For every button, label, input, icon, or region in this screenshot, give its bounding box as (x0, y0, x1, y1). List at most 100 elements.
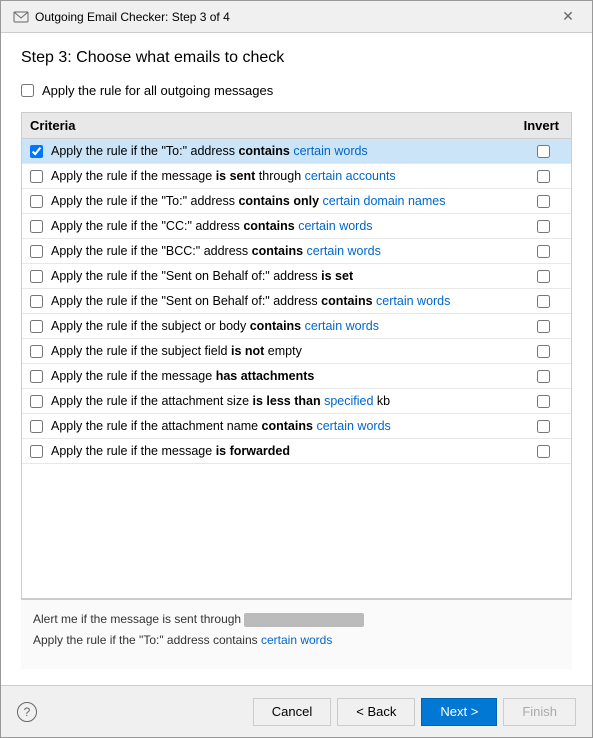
criteria-right-4 (523, 245, 563, 258)
criteria-right-10 (523, 395, 563, 408)
criteria-checkbox-2[interactable] (30, 195, 43, 208)
summary-blurred (244, 613, 364, 627)
criteria-text-0: Apply the rule if the "To:" address cont… (51, 144, 368, 158)
criteria-section: Criteria Invert Apply the rule if the "T… (21, 112, 572, 599)
table-row[interactable]: Apply the rule if the "To:" address cont… (22, 139, 571, 164)
title-bar-left: Outgoing Email Checker: Step 3 of 4 (13, 9, 230, 25)
criteria-left: Apply the rule if the subject or body co… (30, 319, 523, 333)
table-row[interactable]: Apply the rule if the "CC:" address cont… (22, 214, 571, 239)
table-row[interactable]: Apply the rule if the "Sent on Behalf of… (22, 289, 571, 314)
footer-buttons: Cancel < Back Next > Finish (253, 698, 576, 726)
footer-left: ? (17, 702, 37, 722)
apply-all-label: Apply the rule for all outgoing messages (42, 83, 273, 98)
table-row[interactable]: Apply the rule if the attachment name co… (22, 414, 571, 439)
invert-checkbox-0[interactable] (537, 145, 550, 158)
invert-checkbox-6[interactable] (537, 295, 550, 308)
criteria-right-8 (523, 345, 563, 358)
invert-checkbox-8[interactable] (537, 345, 550, 358)
cancel-button[interactable]: Cancel (253, 698, 331, 726)
criteria-right-5 (523, 270, 563, 283)
table-row[interactable]: Apply the rule if the subject field is n… (22, 339, 571, 364)
summary-line2-link[interactable]: certain words (261, 633, 332, 647)
criteria-checkbox-9[interactable] (30, 370, 43, 383)
criteria-left: Apply the rule if the message is sent th… (30, 169, 523, 183)
criteria-left: Apply the rule if the subject field is n… (30, 344, 523, 358)
criteria-left: Apply the rule if the message is forward… (30, 444, 523, 458)
table-row[interactable]: Apply the rule if the "BCC:" address con… (22, 239, 571, 264)
criteria-right-9 (523, 370, 563, 383)
criteria-checkbox-5[interactable] (30, 270, 43, 283)
criteria-right-11 (523, 420, 563, 433)
criteria-right-0 (523, 145, 563, 158)
criteria-checkbox-11[interactable] (30, 420, 43, 433)
criteria-right-12 (523, 445, 563, 458)
table-row[interactable]: Apply the rule if the message is forward… (22, 439, 571, 464)
invert-checkbox-5[interactable] (537, 270, 550, 283)
help-button[interactable]: ? (17, 702, 37, 722)
summary-line1-prefix: Alert me if the message is sent through (33, 612, 244, 626)
criteria-text-7: Apply the rule if the subject or body co… (51, 319, 379, 333)
dialog-content: Step 3: Choose what emails to check Appl… (1, 33, 592, 685)
criteria-checkbox-6[interactable] (30, 295, 43, 308)
criteria-checkbox-1[interactable] (30, 170, 43, 183)
criteria-text-10: Apply the rule if the attachment size is… (51, 394, 390, 408)
criteria-left: Apply the rule if the "To:" address cont… (30, 144, 523, 158)
criteria-left: Apply the rule if the "Sent on Behalf of… (30, 269, 523, 283)
criteria-left: Apply the rule if the message has attach… (30, 369, 523, 383)
criteria-right-7 (523, 320, 563, 333)
criteria-checkbox-0[interactable] (30, 145, 43, 158)
criteria-text-5: Apply the rule if the "Sent on Behalf of… (51, 269, 353, 283)
criteria-text-1: Apply the rule if the message is sent th… (51, 169, 396, 183)
criteria-checkbox-7[interactable] (30, 320, 43, 333)
criteria-checkbox-10[interactable] (30, 395, 43, 408)
invert-checkbox-7[interactable] (537, 320, 550, 333)
criteria-left: Apply the rule if the attachment size is… (30, 394, 523, 408)
table-row[interactable]: Apply the rule if the message is sent th… (22, 164, 571, 189)
invert-checkbox-10[interactable] (537, 395, 550, 408)
apply-all-checkbox[interactable] (21, 84, 34, 97)
criteria-right-1 (523, 170, 563, 183)
criteria-header: Criteria Invert (22, 113, 571, 139)
invert-checkbox-9[interactable] (537, 370, 550, 383)
summary-section: Alert me if the message is sent through … (21, 599, 572, 669)
criteria-left: Apply the rule if the "CC:" address cont… (30, 219, 523, 233)
close-button[interactable]: ✕ (556, 7, 580, 27)
invert-checkbox-4[interactable] (537, 245, 550, 258)
table-row[interactable]: Apply the rule if the message has attach… (22, 364, 571, 389)
criteria-checkbox-4[interactable] (30, 245, 43, 258)
criteria-checkbox-12[interactable] (30, 445, 43, 458)
dialog-footer: ? Cancel < Back Next > Finish (1, 685, 592, 737)
title-bar-title: Outgoing Email Checker: Step 3 of 4 (35, 10, 230, 24)
invert-checkbox-12[interactable] (537, 445, 550, 458)
invert-checkbox-2[interactable] (537, 195, 550, 208)
criteria-right-3 (523, 220, 563, 233)
criteria-left: Apply the rule if the "To:" address cont… (30, 194, 523, 208)
criteria-checkbox-3[interactable] (30, 220, 43, 233)
criteria-text-3: Apply the rule if the "CC:" address cont… (51, 219, 373, 233)
criteria-text-12: Apply the rule if the message is forward… (51, 444, 290, 458)
criteria-right-2 (523, 195, 563, 208)
next-button[interactable]: Next > (421, 698, 497, 726)
summary-line-1: Alert me if the message is sent through (33, 610, 560, 628)
title-bar: Outgoing Email Checker: Step 3 of 4 ✕ (1, 1, 592, 33)
invert-checkbox-11[interactable] (537, 420, 550, 433)
summary-line2-prefix: Apply the rule if the "To:" address cont… (33, 633, 261, 647)
criteria-checkbox-8[interactable] (30, 345, 43, 358)
criteria-text-4: Apply the rule if the "BCC:" address con… (51, 244, 381, 258)
criteria-text-9: Apply the rule if the message has attach… (51, 369, 314, 383)
dialog-window: Outgoing Email Checker: Step 3 of 4 ✕ St… (0, 0, 593, 738)
finish-button[interactable]: Finish (503, 698, 576, 726)
invert-checkbox-1[interactable] (537, 170, 550, 183)
back-button[interactable]: < Back (337, 698, 415, 726)
invert-checkbox-3[interactable] (537, 220, 550, 233)
step-title: Step 3: Choose what emails to check (21, 49, 572, 67)
summary-line-2: Apply the rule if the "To:" address cont… (33, 631, 560, 649)
criteria-column-label: Criteria (30, 118, 76, 133)
criteria-text-8: Apply the rule if the subject field is n… (51, 344, 302, 358)
table-row[interactable]: Apply the rule if the subject or body co… (22, 314, 571, 339)
criteria-text-2: Apply the rule if the "To:" address cont… (51, 194, 446, 208)
table-row[interactable]: Apply the rule if the "Sent on Behalf of… (22, 264, 571, 289)
table-row[interactable]: Apply the rule if the attachment size is… (22, 389, 571, 414)
criteria-left: Apply the rule if the attachment name co… (30, 419, 523, 433)
table-row[interactable]: Apply the rule if the "To:" address cont… (22, 189, 571, 214)
